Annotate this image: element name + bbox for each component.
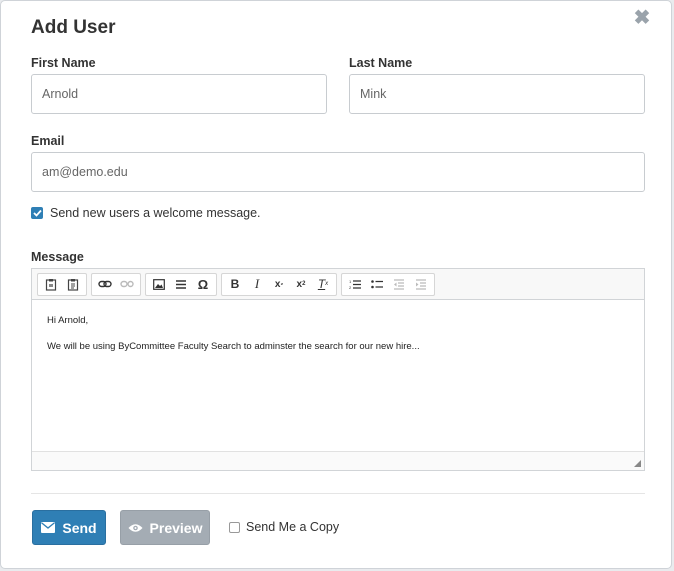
close-icon[interactable]: ✖ — [633, 8, 651, 28]
horizontal-line-icon[interactable] — [170, 275, 192, 294]
link-group — [91, 272, 141, 296]
special-char-icon[interactable]: Ω — [192, 275, 214, 294]
superscript-icon[interactable]: x2 — [290, 275, 312, 294]
message-text: We will be using ByCommittee Faculty Sea… — [47, 341, 420, 352]
first-name-field[interactable] — [31, 74, 327, 114]
message-greeting: Hi Arnold, — [47, 315, 89, 326]
email-label: Email — [31, 134, 65, 148]
resize-handle-icon[interactable] — [634, 460, 641, 467]
image-icon[interactable] — [148, 275, 170, 294]
welcome-checkbox[interactable] — [31, 207, 43, 219]
italic-icon[interactable]: I — [246, 275, 268, 294]
format-group: B I x₂ x2 Tx — [221, 272, 337, 296]
insert-group: Ω — [145, 272, 217, 296]
eye-icon — [128, 523, 143, 533]
message-editor: Ω B I x₂ x2 Tx 12 Hi Arnold, We will be … — [31, 268, 645, 471]
welcome-message-option[interactable]: Send new users a welcome message. — [31, 206, 261, 220]
paste-text-icon[interactable] — [62, 275, 84, 294]
welcome-checkbox-label: Send new users a welcome message. — [50, 206, 261, 220]
unlink-icon[interactable] — [116, 275, 138, 294]
numbered-list-icon[interactable]: 12 — [344, 275, 366, 294]
email-field[interactable] — [31, 152, 645, 192]
link-icon[interactable] — [94, 275, 116, 294]
subscript-icon[interactable]: x₂ — [268, 275, 290, 294]
last-name-field[interactable] — [349, 74, 645, 114]
editor-statusbar — [32, 451, 644, 470]
svg-text:1: 1 — [349, 279, 352, 284]
editor-toolbar: Ω B I x₂ x2 Tx 12 — [32, 269, 644, 300]
footer-divider — [31, 493, 645, 494]
dialog-title: Add User — [31, 17, 116, 38]
paste-icon[interactable] — [40, 275, 62, 294]
send-copy-option[interactable]: Send Me a Copy — [229, 520, 339, 534]
outdent-icon[interactable] — [388, 275, 410, 294]
remove-format-icon[interactable]: Tx — [312, 275, 334, 294]
send-copy-checkbox[interactable] — [229, 521, 240, 533]
send-button[interactable]: Send — [32, 510, 106, 545]
send-copy-label: Send Me a Copy — [246, 520, 340, 534]
envelope-icon — [41, 522, 56, 533]
add-user-dialog: Add User ✖ First Name Last Name Email Se… — [0, 0, 672, 569]
message-body[interactable]: Hi Arnold, We will be using ByCommittee … — [32, 300, 644, 380]
preview-button[interactable]: Preview — [120, 510, 210, 545]
last-name-label: Last Name — [349, 56, 413, 70]
first-name-label: First Name — [31, 56, 96, 70]
indent-icon[interactable] — [410, 275, 432, 294]
checkmark-icon — [32, 209, 42, 217]
clipboard-group — [37, 272, 87, 296]
preview-button-label: Preview — [149, 519, 203, 536]
bold-icon[interactable]: B — [224, 275, 246, 294]
message-label: Message — [31, 250, 84, 264]
svg-text:2: 2 — [349, 285, 352, 290]
bulleted-list-icon[interactable] — [366, 275, 388, 294]
list-group: 12 — [341, 272, 435, 296]
send-button-label: Send — [62, 519, 97, 536]
